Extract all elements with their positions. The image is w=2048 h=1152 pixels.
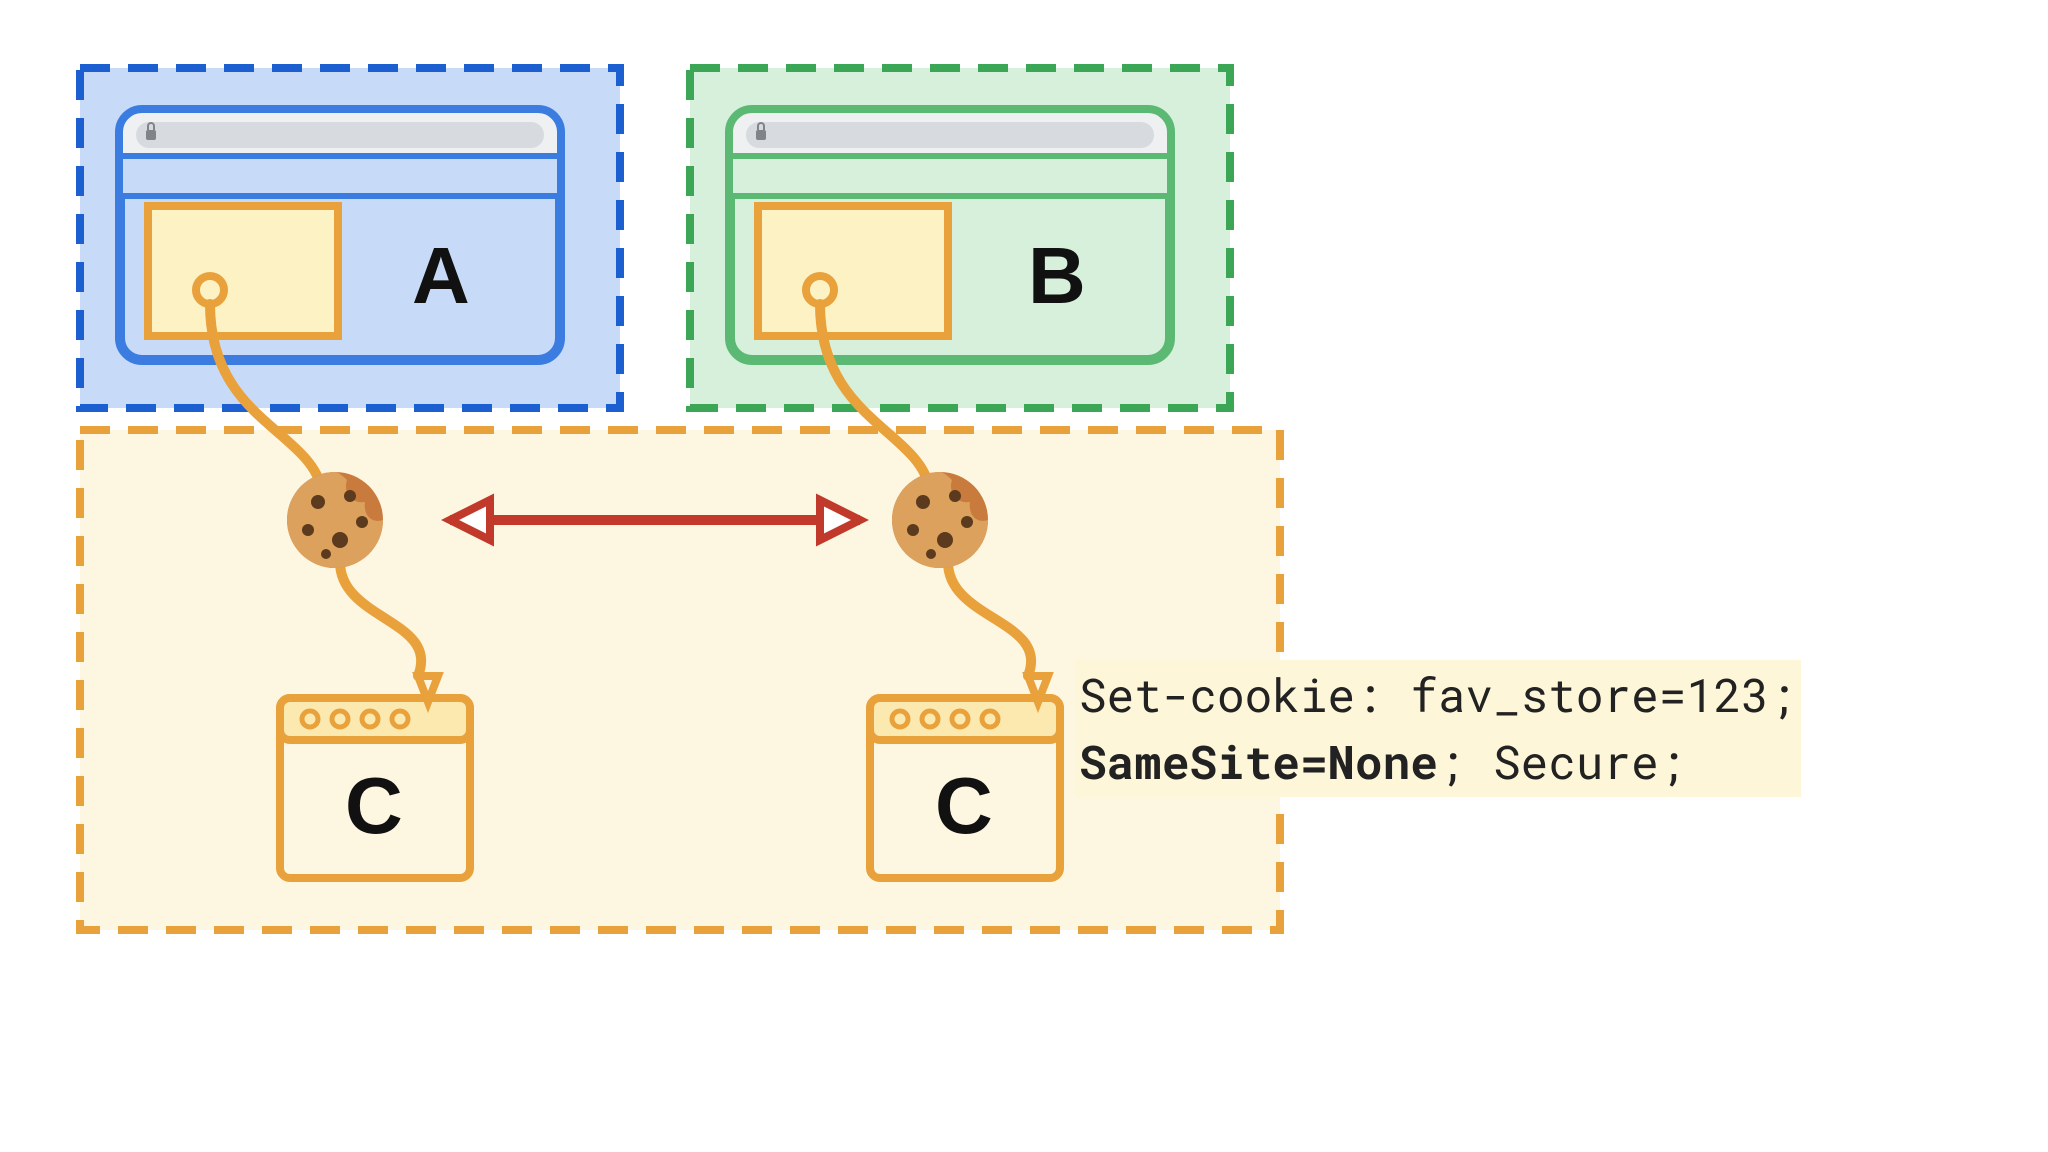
code-line-2: SameSite=None; Secure; <box>1079 729 1797 796</box>
diagram-canvas: A B C C Set-cookie: fav_store=123; SameS… <box>0 0 2048 1152</box>
code-secure: ; Secure; <box>1438 732 1686 792</box>
label-site-a: A <box>412 230 470 322</box>
label-site-c-right: C <box>935 760 993 852</box>
browser-b-icon <box>730 110 1170 360</box>
label-site-b: B <box>1028 230 1086 322</box>
set-cookie-code: Set-cookie: fav_store=123; SameSite=None… <box>1075 660 1801 797</box>
label-site-c-left: C <box>345 760 403 852</box>
browser-a-icon <box>120 110 560 360</box>
diagram-svg <box>0 0 2048 1152</box>
cookie-left-icon <box>287 472 383 568</box>
code-samesite: SameSite=None <box>1079 732 1438 792</box>
code-line-1: Set-cookie: fav_store=123; <box>1079 662 1797 729</box>
cookie-right-icon <box>892 472 988 568</box>
